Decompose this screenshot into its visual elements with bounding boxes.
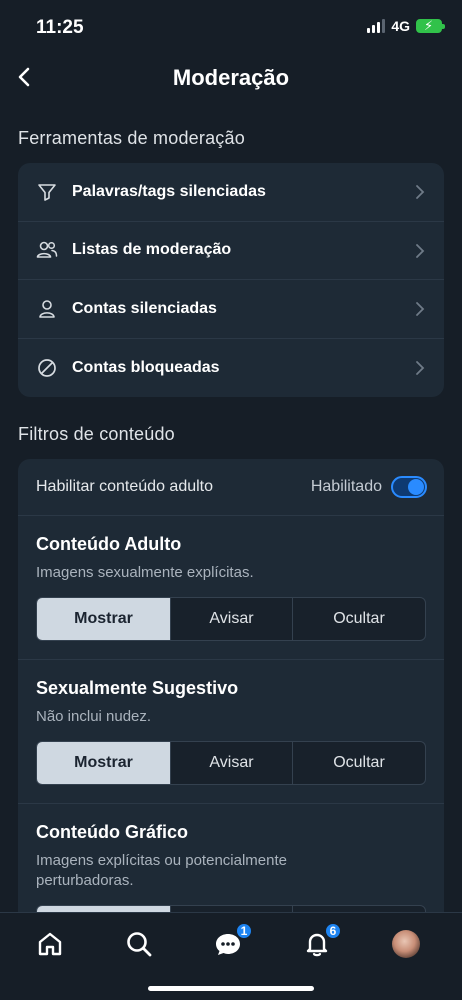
status-time: 11:25 [36,17,84,38]
section-title-tools: Ferramentas de moderação [18,128,245,148]
content-filters-card: Habilitar conteúdo adulto Habilitado Con… [18,459,444,929]
tab-notifications[interactable]: 6 [300,922,342,961]
filter-suggestive-content: Sexualmente Sugestivo Não inclui nudez. … [18,660,444,804]
adult-content-label: Habilitar conteúdo adulto [36,478,214,495]
section-title-filters: Filtros de conteúdo [18,424,175,444]
notifications-badge: 6 [324,922,342,940]
filter-title: Conteúdo Gráfico [36,822,188,842]
option-show-button[interactable]: Mostrar [37,742,171,784]
option-warn-button[interactable]: Avisar [171,598,293,640]
tab-chat[interactable]: 1 [211,922,253,961]
option-hide-button[interactable]: Ocultar [293,742,425,784]
tool-label: Listas de moderação [72,241,232,259]
filter-description: Imagens explícitas ou potencialmente per… [36,852,287,889]
moderation-tools-card: Palavras/tags silenciadas Listas de mode… [18,163,444,397]
network-type: 4G [391,18,410,34]
adult-content-toggle[interactable] [391,476,427,498]
filter-title: Conteúdo Adulto [36,534,182,554]
filter-adult-content: Conteúdo Adulto Imagens sexualmente expl… [18,516,444,660]
chevron-right-icon [416,302,425,316]
signal-icon [367,19,386,33]
chevron-right-icon [416,185,425,199]
tool-row-muted-accounts[interactable]: Contas silenciadas [18,280,444,339]
chat-badge: 1 [235,922,253,940]
status-indicators: 4G ⚡ [367,18,445,34]
tool-row-mod-lists[interactable]: Listas de moderação [18,222,444,280]
filter-description: Não inclui nudez. [36,708,152,725]
option-hide-button[interactable]: Ocultar [293,598,425,640]
block-icon [36,357,58,379]
tool-row-muted-words[interactable]: Palavras/tags silenciadas [18,163,444,222]
search-icon [127,932,152,957]
home-icon [38,932,62,956]
tool-label: Contas silenciadas [72,299,217,317]
filter-segmented-control: Mostrar Avisar Ocultar [36,741,426,785]
tab-search[interactable] [122,927,156,961]
tool-label: Palavras/tags silenciadas [72,182,266,200]
users-icon [36,239,58,261]
option-warn-button[interactable]: Avisar [171,742,293,784]
chevron-right-icon [416,243,425,258]
filter-description: Imagens sexualmente explícitas. [36,564,254,581]
filter-icon [36,181,58,203]
tool-label: Contas bloqueadas [72,358,220,376]
filter-segmented-control: Mostrar Avisar Ocultar [36,597,426,641]
header: Moderação [0,56,462,100]
adult-content-toggle-row: Habilitar conteúdo adulto Habilitado [18,459,444,516]
option-show-button[interactable]: Mostrar [37,598,171,640]
home-indicator [148,986,314,991]
tab-home[interactable] [33,927,67,961]
status-bar: 11:25 4G ⚡ [0,0,462,56]
tab-profile[interactable] [389,927,423,961]
chevron-right-icon [416,360,425,375]
battery-icon: ⚡ [416,18,445,33]
page-title: Moderação [172,65,290,90]
person-icon [36,298,58,320]
avatar [392,930,420,958]
toggle-state-label: Habilitado [310,478,382,495]
filter-graphic-content: Conteúdo Gráfico Imagens explícitas ou p… [18,804,444,929]
toggle-knob [408,479,424,495]
tool-row-blocked-accounts[interactable]: Contas bloqueadas [18,339,444,398]
filter-title: Sexualmente Sugestivo [36,678,239,698]
